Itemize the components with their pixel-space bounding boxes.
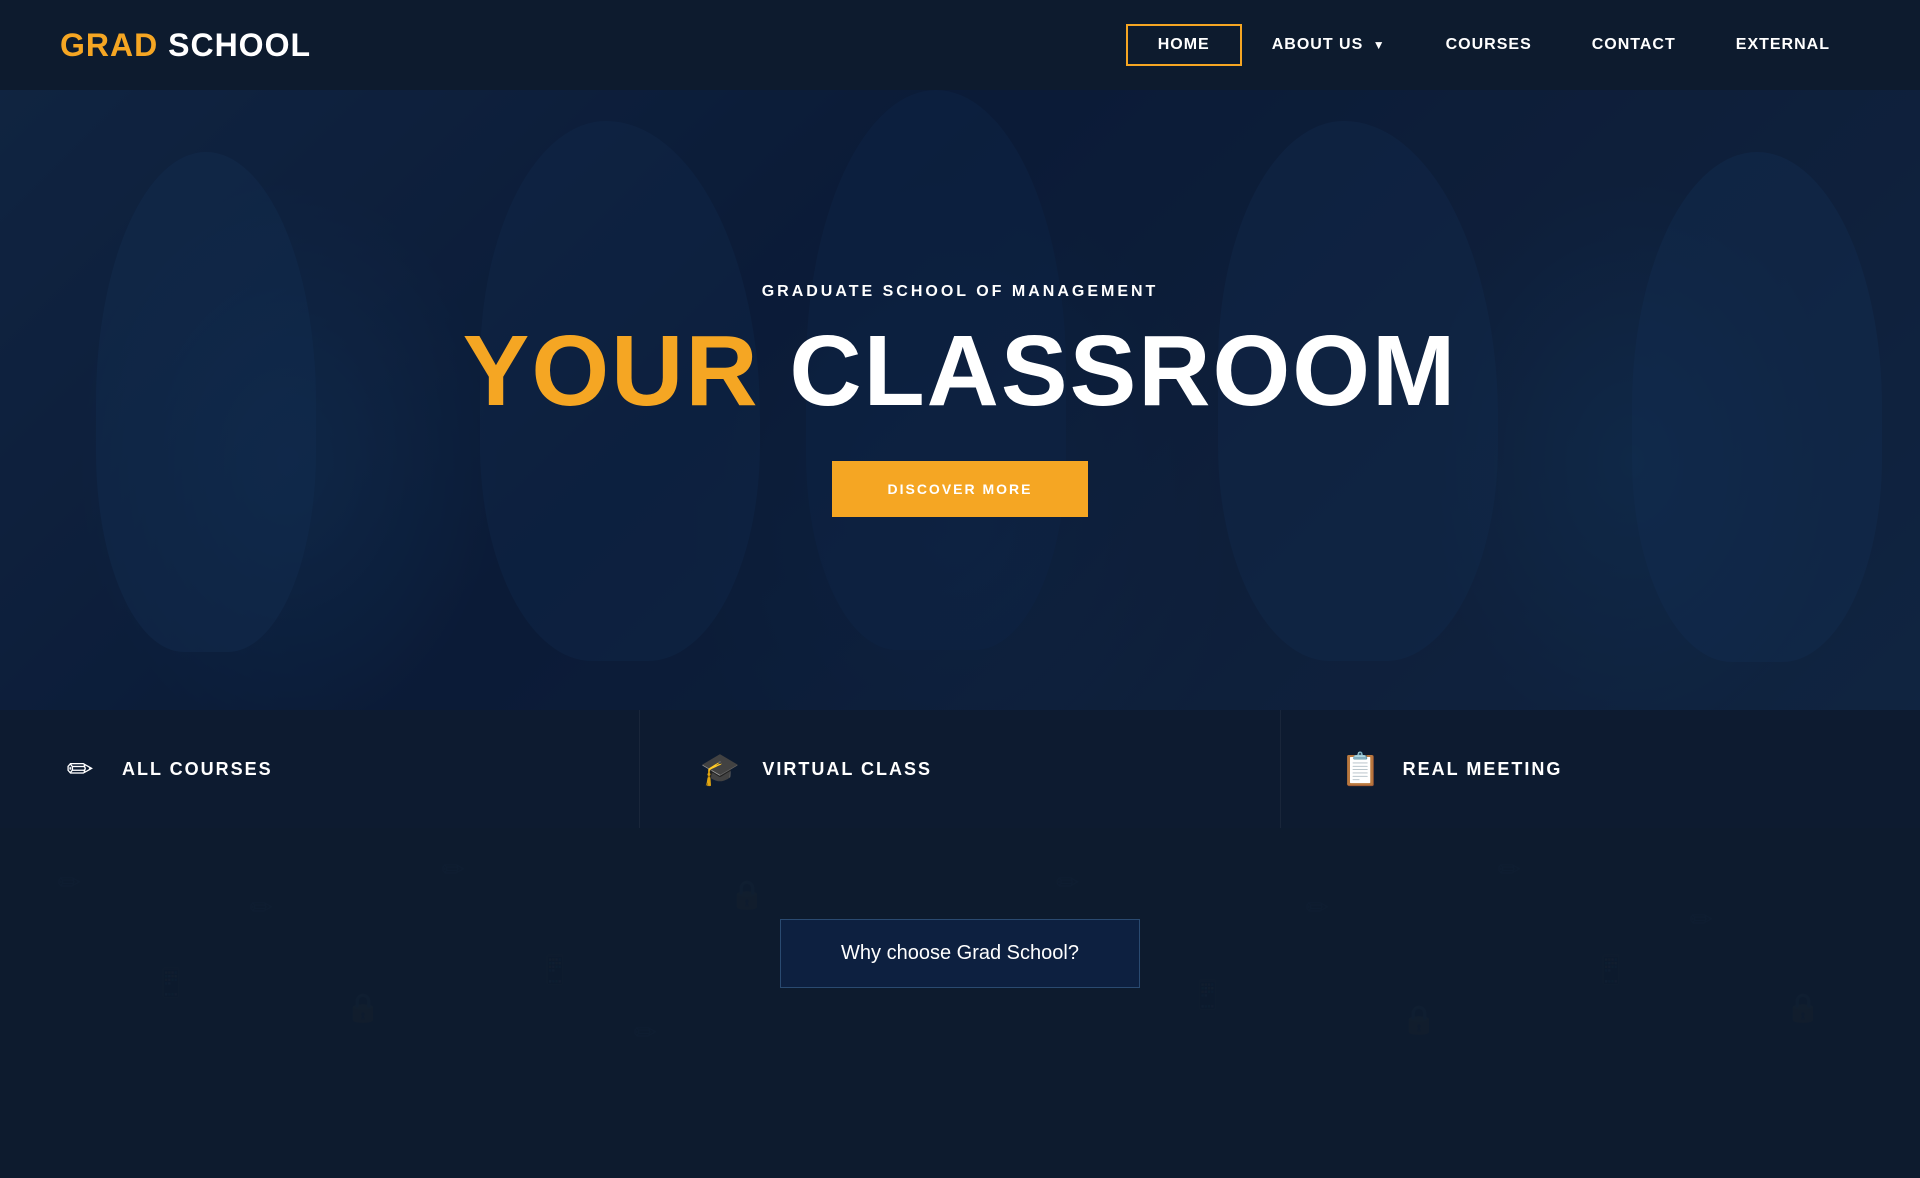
feature-label-all-courses: ALL COURSES <box>122 759 273 780</box>
feature-card-all-courses[interactable]: ✏ ALL COURSES <box>0 710 640 828</box>
nav-item-external[interactable]: EXTERNAL <box>1706 26 1860 64</box>
nav-link-about[interactable]: ABOUT US ▼ <box>1242 26 1416 64</box>
feature-cards: ✏ ALL COURSES 🎓 VIRTUAL CLASS 📋 REAL MEE… <box>0 710 1920 828</box>
nav-link-home[interactable]: HOME <box>1126 24 1242 66</box>
pattern-icon: ✏ <box>634 1016 657 1049</box>
nav-item-contact[interactable]: CONTACT <box>1562 26 1706 64</box>
logo-school: SCHOOL <box>168 27 311 63</box>
discover-more-button[interactable]: DISCOVER MORE <box>832 461 1087 517</box>
logo[interactable]: GRAD SCHOOL <box>60 27 311 64</box>
nav-link-courses[interactable]: COURSES <box>1416 26 1562 64</box>
hero-subtitle: GRADUATE SCHOOL OF MANAGEMENT <box>762 283 1159 301</box>
pattern-icon: 📱 <box>538 953 573 986</box>
feature-label-virtual-class: VIRTUAL CLASS <box>762 759 932 780</box>
nav-links: HOME ABOUT US ▼ COURSES CONTACT EXTERNAL <box>1126 24 1860 66</box>
pattern-icon: ✏ <box>58 866 81 899</box>
hero-content: GRADUATE SCHOOL OF MANAGEMENT YOUR CLASS… <box>0 90 1920 710</box>
nav-item-courses[interactable]: COURSES <box>1416 26 1562 64</box>
hero-title-your: YOUR <box>463 315 760 427</box>
clipboard-icon: 📋 <box>1341 750 1381 788</box>
why-choose-box[interactable]: Why choose Grad School? <box>780 919 1140 988</box>
lower-section: ✏ 📱 ✏ 🔒 ✏ 📱 ✏ 🔒 ✏ 📱 ✏ 🔒 ✏ 📱 ✏ 🔒 Why choo… <box>0 828 1920 1078</box>
nav-link-external[interactable]: EXTERNAL <box>1706 26 1860 64</box>
pattern-icon: 🔒 <box>1402 1003 1437 1036</box>
feature-card-real-meeting[interactable]: 📋 REAL MEETING <box>1281 710 1920 828</box>
why-choose-label: Why choose Grad School? <box>841 942 1079 964</box>
pattern-icon: 🔒 <box>1786 991 1821 1024</box>
hero-title: YOUR CLASSROOM <box>463 321 1458 421</box>
hero-title-classroom: CLASSROOM <box>789 315 1457 427</box>
pattern-icon: ✏ <box>250 891 273 924</box>
nav-item-about[interactable]: ABOUT US ▼ <box>1242 26 1416 64</box>
pattern-icon: ✏ <box>1306 891 1329 924</box>
graduation-cap-icon: 🎓 <box>700 750 740 788</box>
pattern-icon: 🔒 <box>346 991 381 1024</box>
navbar: GRAD SCHOOL HOME ABOUT US ▼ COURSES CONT… <box>0 0 1920 90</box>
feature-card-virtual-class[interactable]: 🎓 VIRTUAL CLASS <box>640 710 1280 828</box>
pattern-icon: ✏ <box>1690 903 1713 936</box>
pattern-icon: 📱 <box>1594 953 1629 986</box>
pattern-icon: 🔒 <box>730 878 765 911</box>
pattern-icon: ✏ <box>1498 853 1521 886</box>
hero-section: GRADUATE SCHOOL OF MANAGEMENT YOUR CLASS… <box>0 90 1920 710</box>
logo-grad: GRAD <box>60 27 158 63</box>
pattern-icon: 📱 <box>154 966 189 999</box>
chevron-down-icon: ▼ <box>1373 38 1386 52</box>
feature-label-real-meeting: REAL MEETING <box>1403 759 1563 780</box>
pattern-icon: 📱 <box>1190 978 1225 1011</box>
pattern-icon: ✏ <box>1056 866 1079 899</box>
nav-link-contact[interactable]: CONTACT <box>1562 26 1706 64</box>
pattern-icon: ✏ <box>442 853 465 886</box>
pencil-icon: ✏ <box>60 750 100 788</box>
nav-item-home[interactable]: HOME <box>1126 24 1242 66</box>
